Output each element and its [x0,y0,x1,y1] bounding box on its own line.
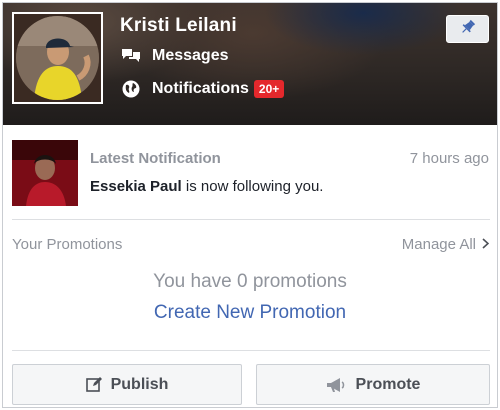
divider [12,350,490,351]
notifications-link[interactable]: Notifications 20+ [120,79,285,99]
pin-button[interactable] [446,15,489,43]
profile-name[interactable]: Kristi Leilani [120,15,237,37]
promote-button[interactable]: Promote [256,364,490,405]
pin-icon [459,18,477,41]
notification-message: is now following you. [181,178,324,195]
notification-text[interactable]: Essekia Paul is now following you. [90,178,323,195]
edit-icon [85,376,103,393]
divider [12,219,490,220]
create-promotion-link[interactable]: Create New Promotion [3,302,497,324]
globe-icon [120,79,142,99]
page-widget-card: Kristi Leilani Messages Notifications 20… [2,2,498,408]
profile-photo [16,16,99,100]
notification-timestamp: 7 hours ago [409,150,489,167]
megaphone-icon [326,377,348,393]
messages-icon [120,46,142,66]
notifications-count-badge: 20+ [253,80,285,98]
promotions-empty-text: You have 0 promotions [153,271,347,292]
promote-label: Promote [355,375,421,393]
notification-actor-avatar[interactable] [12,140,78,206]
promotions-section-label: Your Promotions [12,236,123,253]
chevron-right-icon [482,236,490,253]
manage-all-label: Manage All [401,236,476,253]
manage-all-link[interactable]: Manage All [401,236,490,253]
messages-link[interactable]: Messages [120,46,229,66]
messages-label: Messages [152,47,229,64]
profile-avatar[interactable] [12,12,103,104]
cover-header: Kristi Leilani Messages Notifications 20… [3,3,497,125]
notifications-label: Notifications [152,80,249,97]
latest-notification-title: Latest Notification [90,150,221,167]
publish-button[interactable]: Publish [12,364,242,405]
publish-label: Publish [110,375,169,393]
notification-actor-name[interactable]: Essekia Paul [90,178,182,195]
